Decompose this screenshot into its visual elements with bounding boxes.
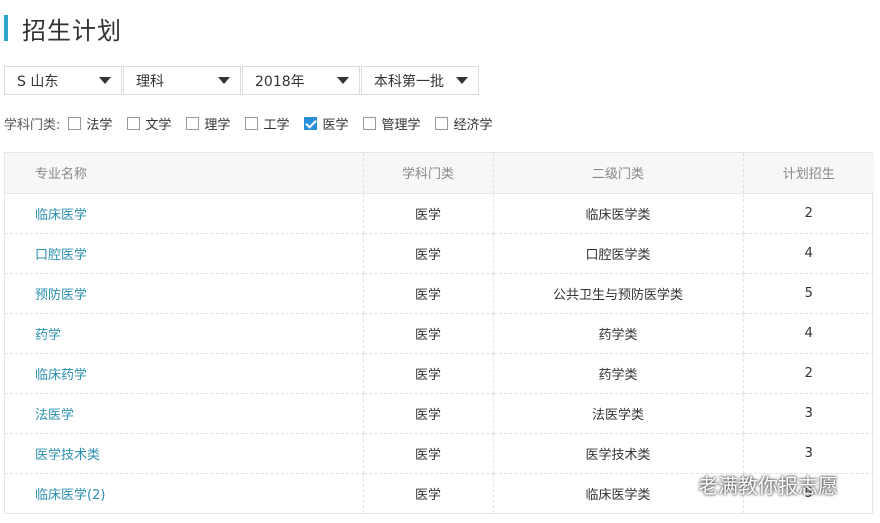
subcategory-cell: 临床医学类 [493,193,744,234]
subcategory-cell: 法医学类 [493,393,744,434]
watermark: 老满教你报志愿 [666,470,838,499]
table-row: 临床医学 医学 临床医学类 2 [5,193,874,234]
checkbox-checked-icon[interactable] [304,117,318,130]
category-cell: 医学 [363,393,494,434]
enrollment-table: 专业名称 学科门类 二级门类 计划招生 临床医学 医学 临床医学类 2 口腔医学… [4,152,874,514]
category-checkbox-engineering[interactable]: 工学 [245,114,289,133]
header-subcategory: 二级门类 [493,153,744,194]
filter-bar: S 山东 理科 2018年 本科第一批 [4,66,480,95]
plan-cell: 3 [743,433,874,474]
subject-select[interactable]: 理科 [123,66,241,95]
major-link[interactable]: 口腔医学 [5,233,364,274]
subcategory-cell: 药学类 [493,353,744,394]
category-cell: 医学 [363,273,494,314]
table-row: 药学 医学 药学类 4 [5,313,874,354]
subcategory-cell: 医学技术类 [493,433,744,474]
major-link[interactable]: 医学技术类 [5,433,364,474]
major-link[interactable]: 临床药学 [5,353,364,394]
category-checkbox-medicine[interactable]: 医学 [304,114,348,133]
checkbox-icon[interactable] [68,117,82,130]
category-checkbox-science[interactable]: 理学 [186,114,230,133]
plan-cell: 4 [743,313,874,354]
chevron-down-icon [337,77,349,84]
table-row: 医学技术类 医学 医学技术类 3 [5,433,874,474]
checkbox-icon[interactable] [435,117,449,130]
province-value: S 山东 [17,73,59,90]
category-cell: 医学 [363,233,494,274]
header-major: 专业名称 [5,153,364,194]
category-filter: 学科门类: 法学 文学 理学 工学 医学 管理学 经济学 [4,114,508,133]
checkbox-icon[interactable] [363,117,377,130]
title-accent-bar [4,15,8,41]
major-link[interactable]: 法医学 [5,393,364,434]
plan-cell: 5 [743,273,874,314]
plan-cell: 4 [743,233,874,274]
category-checkbox-law[interactable]: 法学 [68,114,112,133]
major-link[interactable]: 药学 [5,313,364,354]
major-link[interactable]: 预防医学 [5,273,364,314]
checkbox-icon[interactable] [245,117,259,130]
subject-value: 理科 [136,73,164,90]
major-link[interactable]: 临床医学 [5,193,364,234]
category-cell: 医学 [363,313,494,354]
table-row: 临床药学 医学 药学类 2 [5,353,874,394]
header-category: 学科门类 [363,153,494,194]
major-link[interactable]: 临床医学(2) [5,473,364,513]
category-cell: 医学 [363,193,494,234]
table-row: 法医学 医学 法医学类 3 [5,393,874,434]
year-value: 2018年 [255,73,305,90]
table-row: 口腔医学 医学 口腔医学类 4 [5,233,874,274]
chevron-down-icon [218,77,230,84]
chevron-down-icon [456,77,468,84]
year-select[interactable]: 2018年 [242,66,360,95]
subcategory-cell: 口腔医学类 [493,233,744,274]
category-cell: 医学 [363,433,494,474]
chevron-down-icon [99,77,111,84]
batch-value: 本科第一批 [374,73,444,90]
province-select[interactable]: S 山东 [4,66,122,95]
category-checkbox-literature[interactable]: 文学 [127,114,171,133]
category-checkbox-economics[interactable]: 经济学 [435,114,493,133]
category-cell: 医学 [363,353,494,394]
checkbox-icon[interactable] [127,117,141,130]
table-header-row: 专业名称 学科门类 二级门类 计划招生 [5,153,874,194]
category-label: 学科门类: [4,118,61,133]
category-cell: 医学 [363,473,494,513]
subcategory-cell: 药学类 [493,313,744,354]
subcategory-cell: 公共卫生与预防医学类 [493,273,744,314]
category-checkbox-management[interactable]: 管理学 [363,114,420,133]
plan-cell: 2 [743,353,874,394]
page-header: 招生计划 [0,12,122,45]
plan-cell: 2 [743,193,874,234]
plan-cell: 3 [743,393,874,434]
watermark-text: 老满教你报志愿 [698,474,838,498]
table-row: 预防医学 医学 公共卫生与预防医学类 5 [5,273,874,314]
checkbox-icon[interactable] [186,117,200,130]
page-title: 招生计划 [22,16,122,45]
batch-select[interactable]: 本科第一批 [361,66,479,95]
header-plan: 计划招生 [743,153,874,194]
wechat-icon [666,474,692,495]
